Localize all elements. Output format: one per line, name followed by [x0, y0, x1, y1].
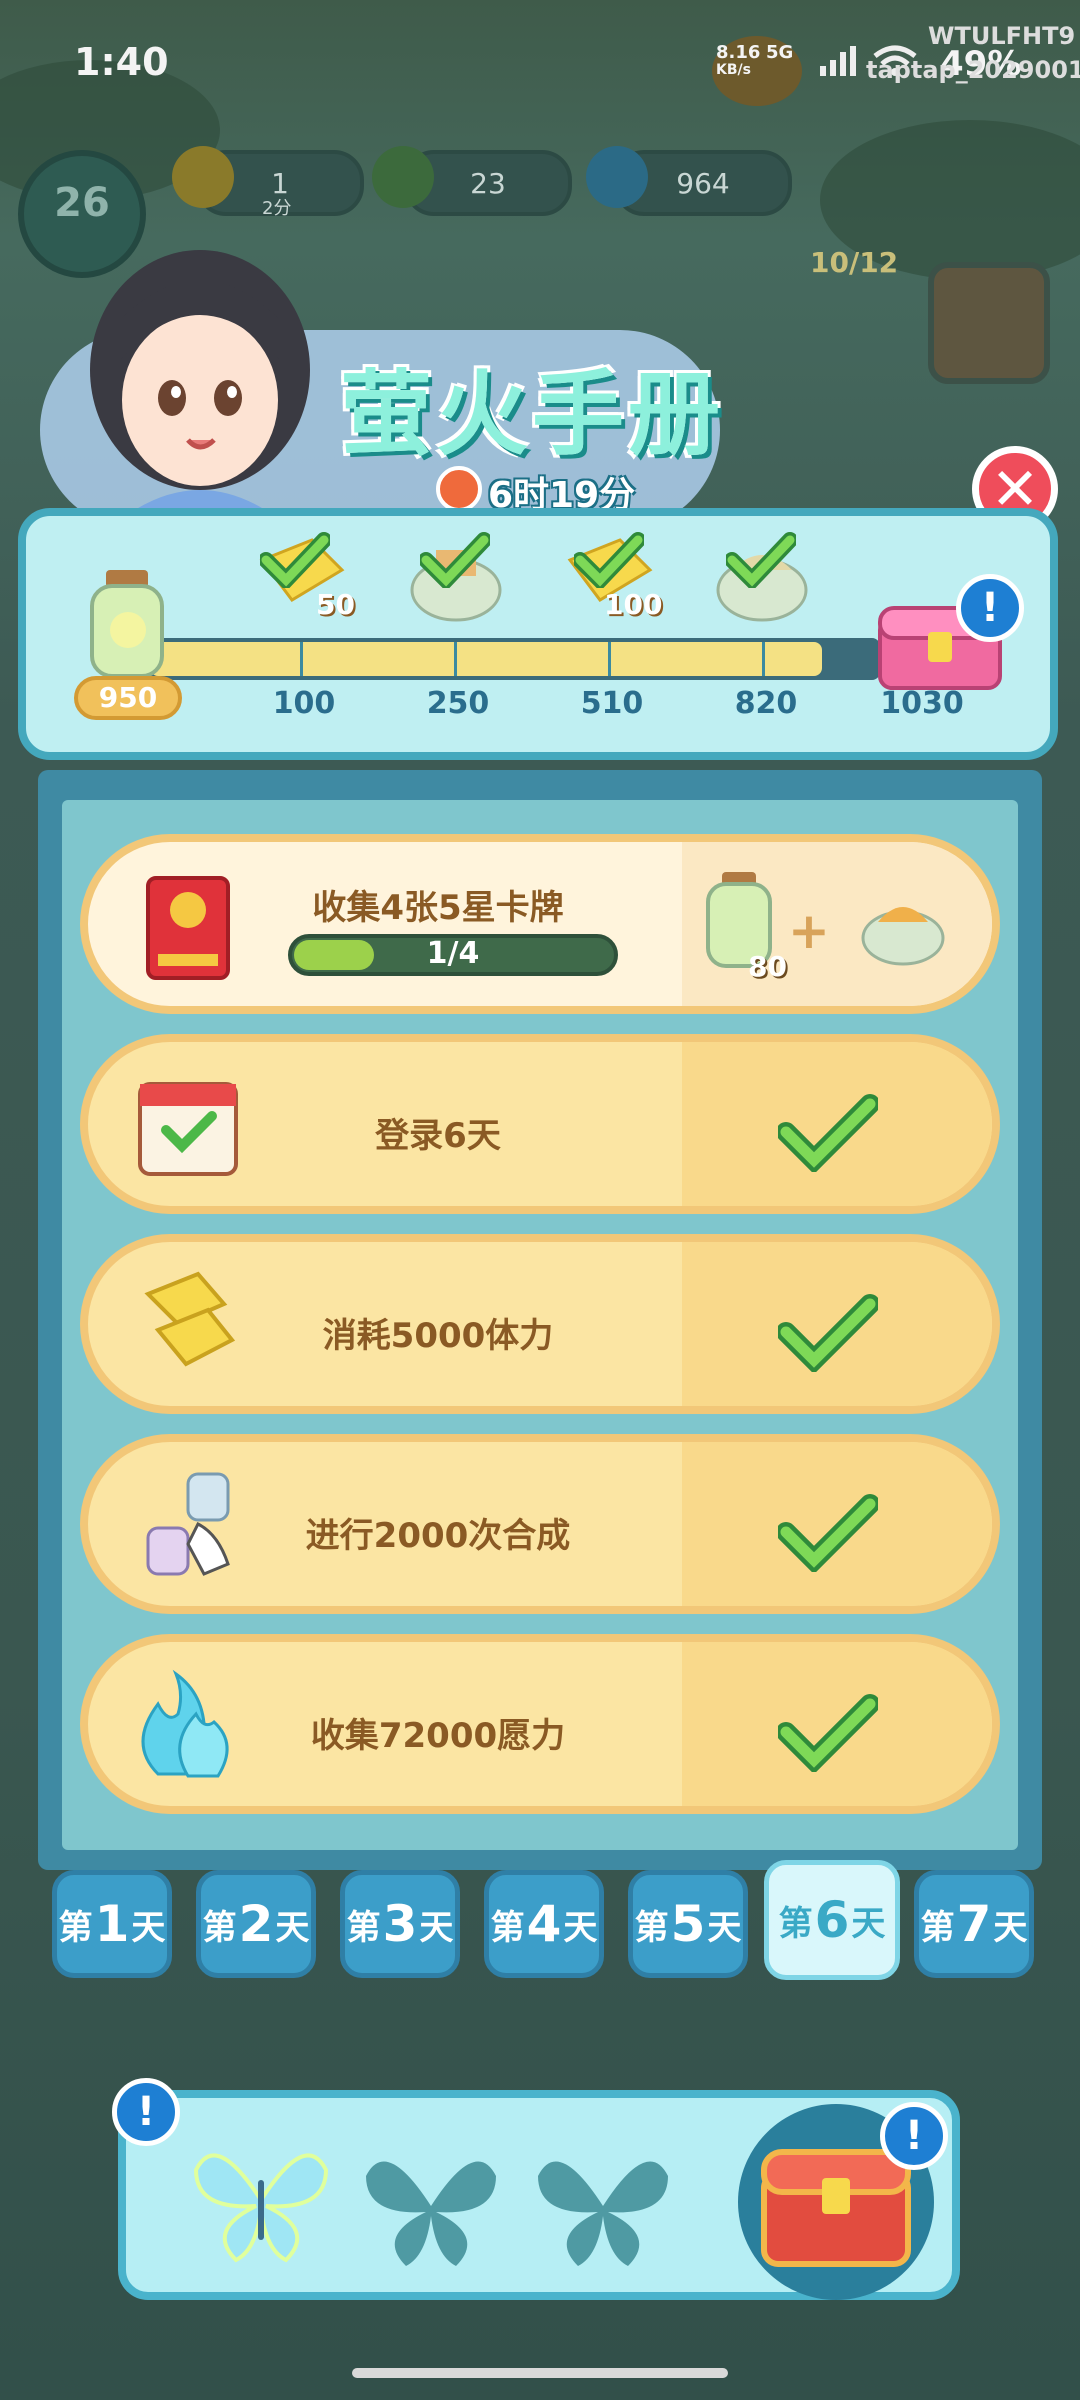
milestone-tick — [608, 642, 611, 676]
tab-day-number: 6 — [814, 1891, 850, 1949]
butterfly-icon-locked[interactable] — [528, 2136, 678, 2276]
energy-bolt-icon — [128, 1264, 248, 1384]
clock-icon — [436, 466, 482, 512]
tab-day-5[interactable]: 第5天 — [628, 1870, 748, 1978]
task-row-merge[interactable]: 进行2000次合成 — [80, 1434, 1000, 1614]
tab-day-suffix: 天 — [851, 1903, 886, 1944]
task-complete-check-icon — [776, 1092, 880, 1175]
chest-alert-badge: ! — [880, 2102, 948, 2170]
task-reward-qty: 80 — [748, 950, 787, 983]
task-complete-check-icon — [776, 1692, 880, 1775]
claimed-check-icon — [572, 532, 646, 592]
tab-day-prefix: 第 — [920, 1907, 955, 1948]
level-number: 26 — [54, 180, 110, 226]
task-label: 消耗5000体力 — [322, 1316, 554, 1356]
blue-flame-icon — [128, 1664, 248, 1784]
tab-day-1[interactable]: 第1天 — [52, 1870, 172, 1978]
task-row-collect-wish-power[interactable]: 收集72000愿力 — [80, 1634, 1000, 1814]
task-complete-check-icon — [776, 1492, 880, 1575]
watermark-line1: WTULFHT9 — [928, 22, 1076, 50]
task-row-collect-cards[interactable]: 收集4张5星卡牌 1/4 80 + — [80, 834, 1000, 1014]
tab-day-number: 3 — [382, 1895, 418, 1953]
milestone-tick — [762, 642, 765, 676]
shop-icon[interactable] — [928, 262, 1050, 384]
task-complete-check-icon — [776, 1292, 880, 1375]
tab-day-2[interactable]: 第2天 — [196, 1870, 316, 1978]
tab-day-suffix: 天 — [275, 1907, 310, 1948]
tab-day-suffix: 天 — [131, 1907, 166, 1948]
page-title: 萤火手册 — [340, 361, 725, 468]
tab-day-number: 2 — [238, 1895, 274, 1953]
claimed-check-icon — [724, 532, 798, 592]
chest-alert-badge: ! — [956, 574, 1024, 642]
task-label: 进行2000次合成 — [305, 1516, 571, 1556]
home-indicator[interactable] — [352, 2368, 728, 2378]
tab-day-suffix: 天 — [563, 1907, 598, 1948]
tab-day-number: 7 — [956, 1895, 992, 1953]
tab-day-7[interactable]: 第7天 — [914, 1870, 1034, 1978]
background-counter: 10/12 — [810, 246, 899, 279]
red-card-pack-icon — [128, 864, 248, 984]
milestone-progress-fill — [150, 642, 822, 676]
tab-day-number: 5 — [670, 1895, 706, 1953]
task-row-consume-energy[interactable]: 消耗5000体力 — [80, 1234, 1000, 1414]
calendar-icon — [128, 1064, 248, 1184]
plus-icon: + — [788, 902, 830, 960]
wish-power-value: 964 — [676, 166, 730, 200]
tab-day-prefix: 第 — [346, 1907, 381, 1948]
milestone-label-4: 820 — [734, 686, 798, 721]
tab-day-number: 4 — [526, 1895, 562, 1953]
tab-day-3[interactable]: 第3天 — [340, 1870, 460, 1978]
energy-timer: 2分 — [262, 198, 292, 219]
status-time: 1:40 — [74, 40, 169, 84]
milestone-reward-qty-3: 100 — [604, 588, 663, 621]
energy-icon — [172, 146, 234, 208]
tab-day-prefix: 第 — [58, 1907, 93, 1948]
claimed-check-icon — [418, 532, 492, 592]
tab-day-prefix: 第 — [778, 1903, 813, 1944]
task-progress-text: 1/4 — [426, 936, 480, 971]
milestone-label-5: 1030 — [880, 686, 964, 721]
task-row-login[interactable]: 登录6天 — [80, 1034, 1000, 1214]
task-label: 收集4张5星卡牌 — [312, 888, 564, 928]
butterfly-icon-collected[interactable] — [186, 2130, 336, 2270]
claimed-check-icon — [258, 532, 332, 592]
merge-hand-icon — [128, 1464, 248, 1584]
tab-day-prefix: 第 — [634, 1907, 669, 1948]
coin-icon — [372, 146, 434, 208]
net-type: 5G — [766, 42, 794, 63]
item-bundle-icon — [858, 882, 948, 972]
tab-day-4[interactable]: 第4天 — [484, 1870, 604, 1978]
net-speed: 8.16 — [716, 42, 761, 63]
milestone-label-3: 510 — [580, 686, 644, 721]
coin-value: 23 — [470, 166, 506, 200]
firefly-jar-icon — [84, 568, 170, 680]
tab-day-number: 1 — [94, 1895, 130, 1953]
character-portrait — [80, 250, 320, 540]
tab-day-prefix: 第 — [490, 1907, 525, 1948]
collection-alert-badge: ! — [112, 2078, 180, 2146]
task-label: 收集72000愿力 — [310, 1716, 566, 1756]
blue-flame-icon — [586, 146, 648, 208]
signal-icon — [818, 44, 862, 78]
task-label: 登录6天 — [375, 1116, 501, 1156]
tab-day-prefix: 第 — [202, 1907, 237, 1948]
current-points: 950 — [74, 676, 182, 720]
milestone-label-2: 250 — [426, 686, 490, 721]
butterfly-icon-locked[interactable] — [356, 2136, 506, 2276]
milestone-tick — [300, 642, 303, 676]
tab-day-suffix: 天 — [707, 1907, 742, 1948]
tab-day-6[interactable]: 第6天 — [764, 1860, 900, 1980]
watermark-line2: taptap_2029001 — [866, 56, 1080, 84]
milestone-label-1: 100 — [272, 686, 336, 721]
milestone-reward-qty-1: 50 — [316, 588, 355, 621]
tab-day-suffix: 天 — [993, 1907, 1028, 1948]
net-unit: KB/s — [716, 62, 751, 78]
tab-day-suffix: 天 — [419, 1907, 454, 1948]
milestone-tick — [454, 642, 457, 676]
